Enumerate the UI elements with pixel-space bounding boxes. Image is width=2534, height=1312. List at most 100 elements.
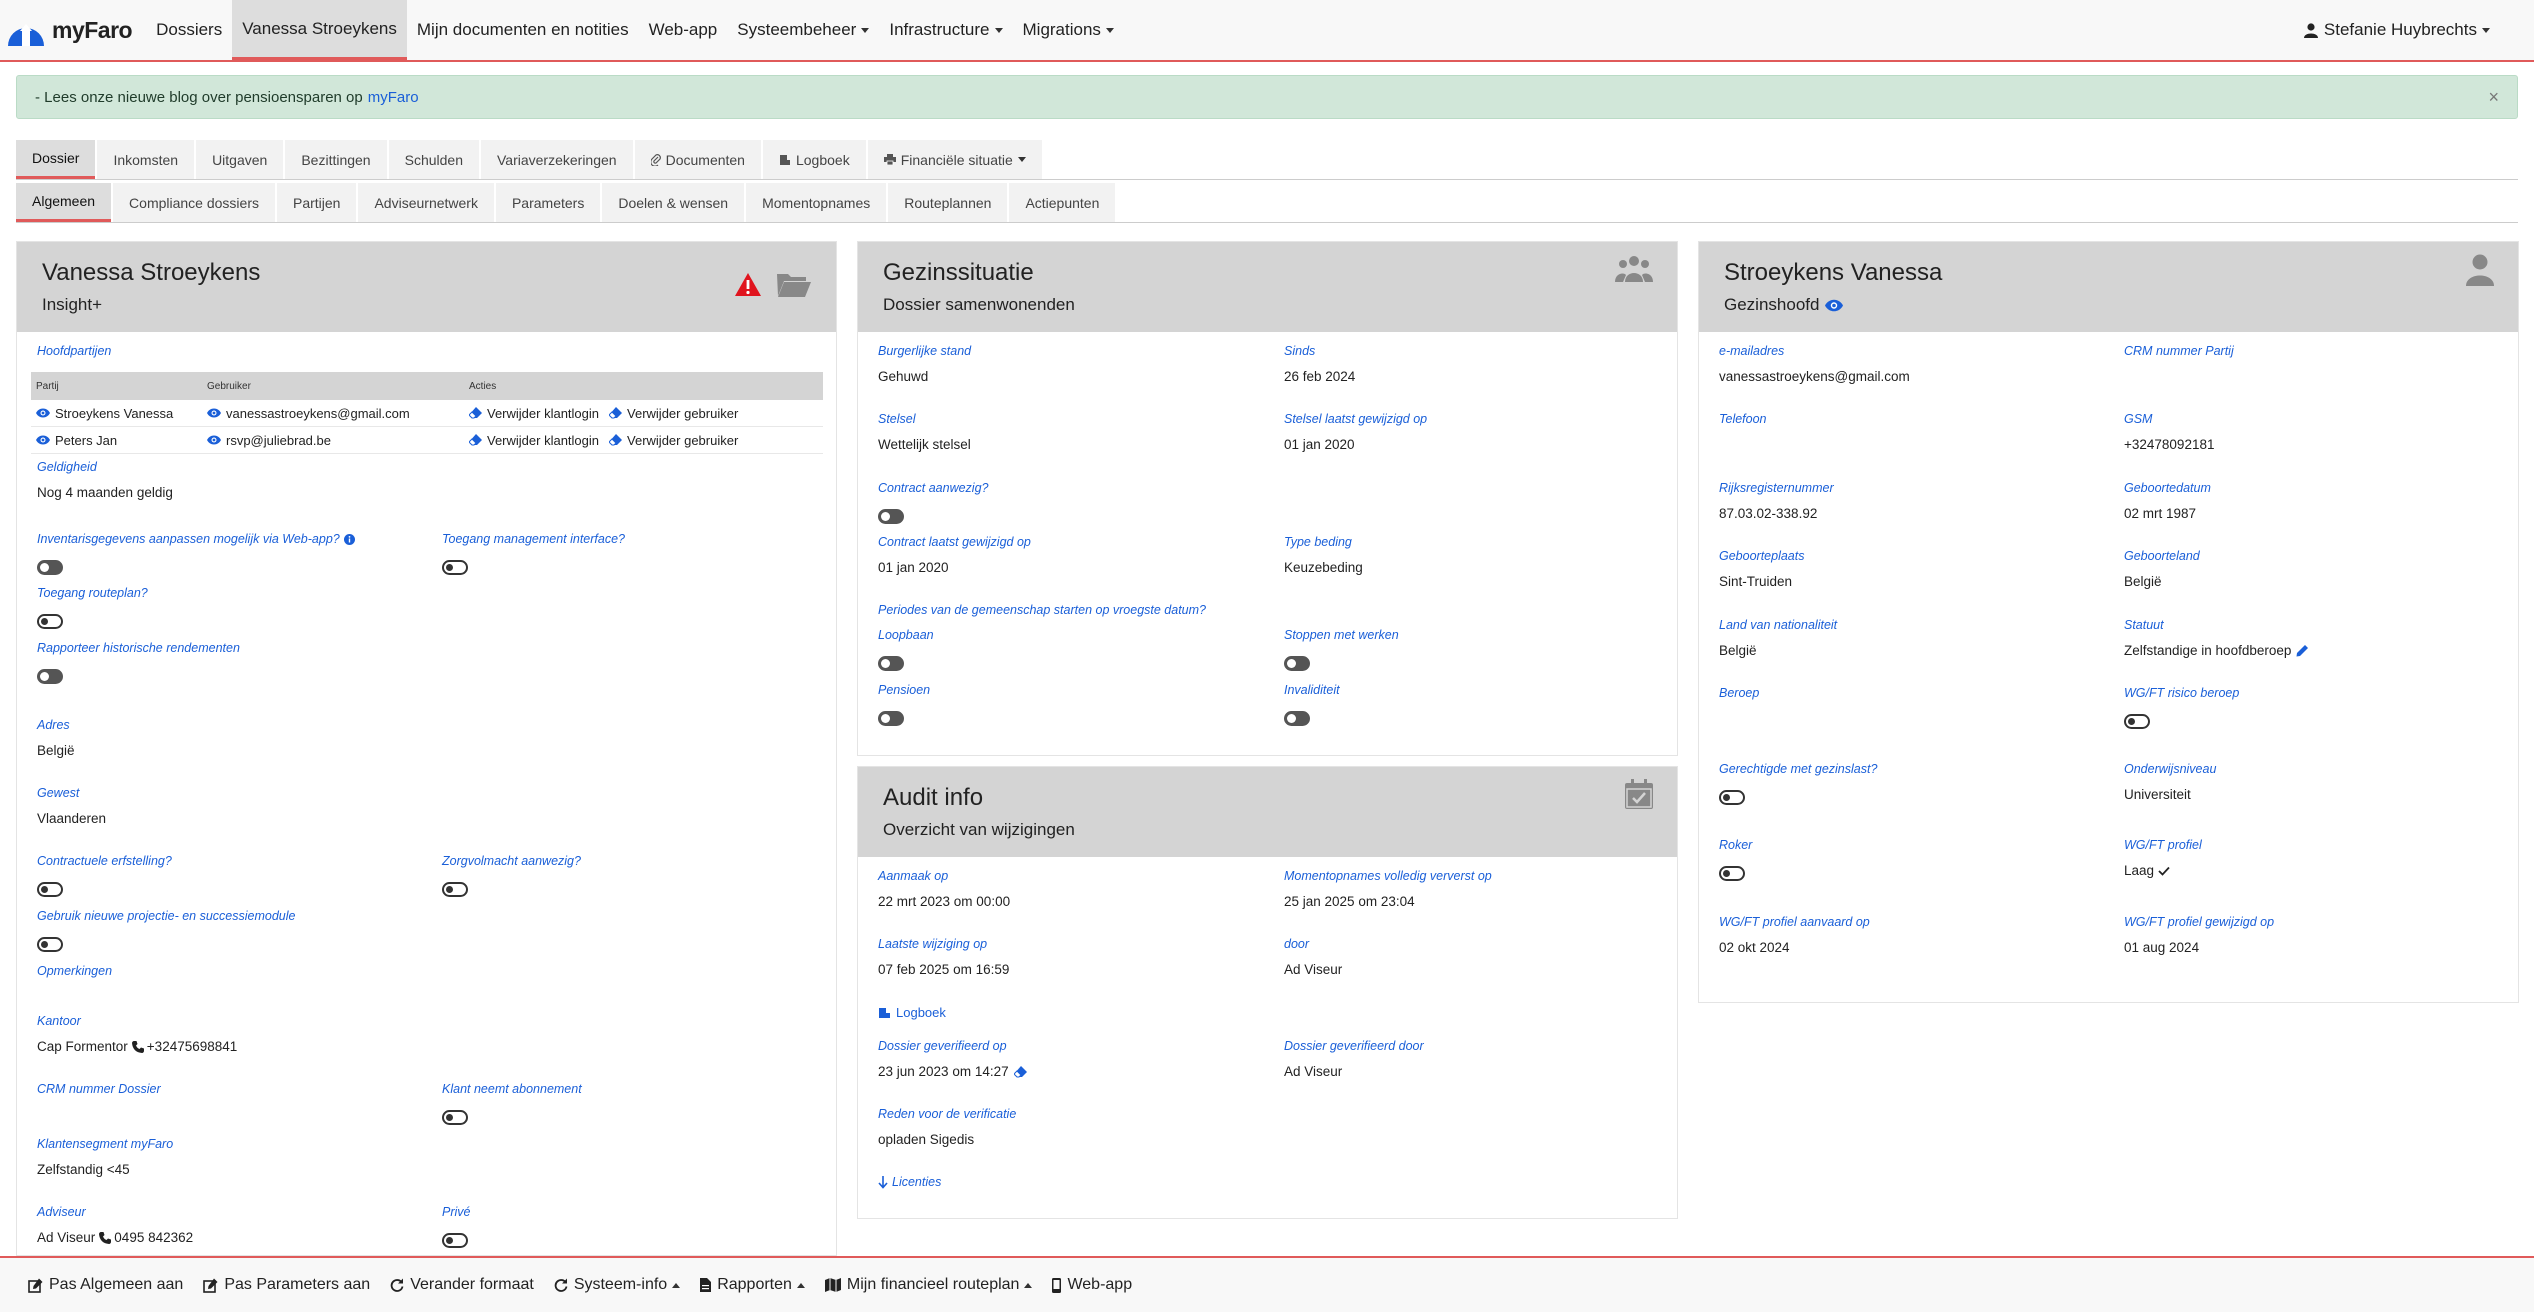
- tab-financiele-situatie[interactable]: Financiële situatie: [867, 140, 1042, 179]
- tab-uitgaven[interactable]: Uitgaven: [196, 140, 284, 179]
- remove-user-button[interactable]: Verwijder gebruiker: [609, 406, 738, 421]
- periodes-label: Periodes van de gemeenschap starten op v…: [878, 603, 1206, 617]
- nav-documenten[interactable]: Mijn documenten en notities: [407, 0, 639, 60]
- partij-cell[interactable]: Peters Jan: [31, 433, 207, 448]
- subtab-parameters[interactable]: Parameters: [495, 183, 601, 222]
- routeplan-dropdown[interactable]: Mijn financieel routeplan: [824, 1276, 1033, 1294]
- person-subtitle: Gezinshoofd: [1724, 295, 2493, 315]
- inventaris-toggle[interactable]: [37, 560, 63, 575]
- tab-bezittingen[interactable]: Bezittingen: [285, 140, 387, 179]
- subtab-doelen[interactable]: Doelen & wensen: [602, 183, 745, 222]
- eye-icon[interactable]: [207, 435, 221, 445]
- burgerlijke-value: Gehuwd: [878, 369, 929, 384]
- subtab-actiepunten[interactable]: Actiepunten: [1009, 183, 1116, 222]
- pencil-icon[interactable]: [2296, 644, 2309, 657]
- pensioen-toggle[interactable]: [878, 711, 904, 726]
- eye-icon[interactable]: [1825, 299, 1844, 312]
- alert-link[interactable]: myFaro: [368, 89, 419, 106]
- remove-user-button[interactable]: Verwijder gebruiker: [609, 433, 738, 448]
- arrow-down-icon: [878, 1175, 888, 1189]
- info-icon[interactable]: [343, 533, 355, 545]
- eye-icon[interactable]: [36, 435, 50, 445]
- nav-dossiers[interactable]: Dossiers: [146, 0, 232, 60]
- brand[interactable]: myFaro: [0, 0, 146, 60]
- zorgvolmacht-label: Zorgvolmacht aanwezig?: [442, 854, 581, 868]
- footer-label: Verander formaat: [410, 1276, 534, 1293]
- sinds-value: 26 feb 2024: [1284, 369, 1356, 384]
- subtab-compliance[interactable]: Compliance dossiers: [113, 183, 275, 222]
- roker-toggle[interactable]: [1719, 866, 1745, 881]
- system-info-dropdown[interactable]: Systeem-info: [554, 1276, 681, 1294]
- remove-client-login-button[interactable]: Verwijder klantlogin: [469, 406, 599, 421]
- prive-toggle[interactable]: [442, 1233, 468, 1248]
- nav-migrations[interactable]: Migrations: [1013, 0, 1124, 60]
- remove-client-login-button[interactable]: Verwijder klantlogin: [469, 433, 599, 448]
- kantoor-value: Cap Formentor +32475698841: [37, 1039, 237, 1054]
- warning-icon[interactable]: [734, 272, 762, 297]
- change-format-button[interactable]: Verander formaat: [390, 1276, 534, 1294]
- tab-variaverzekeringen[interactable]: Variaverzekeringen: [481, 140, 633, 179]
- subtab-adviseurnetwerk[interactable]: Adviseurnetwerk: [358, 183, 494, 222]
- wgft-profiel-value: Laag: [2124, 863, 2170, 878]
- subtab-algemeen[interactable]: Algemeen: [16, 183, 112, 222]
- licenties-link[interactable]: Licenties: [878, 1175, 941, 1189]
- nav-web-app[interactable]: Web-app: [639, 0, 728, 60]
- geverifieerd-op-text: 23 jun 2023 om 14:27: [878, 1064, 1009, 1079]
- geverifieerd-door-label: Dossier geverifieerd door: [1284, 1039, 1424, 1053]
- inventaris-label: Inventarisgegevens aanpassen mogelijk vi…: [37, 532, 355, 546]
- web-app-button[interactable]: Web-app: [1052, 1276, 1132, 1294]
- contract-toggle[interactable]: [878, 509, 904, 524]
- tab-logboek[interactable]: Logboek: [762, 140, 866, 179]
- gebruiker-cell[interactable]: rsvp@juliebrad.be: [207, 433, 469, 448]
- reports-dropdown[interactable]: Rapporten: [700, 1276, 805, 1294]
- eye-icon[interactable]: [36, 408, 50, 418]
- table-header: Partij Gebruiker Acties: [31, 372, 823, 400]
- logboek-link[interactable]: Logboek: [878, 1005, 946, 1020]
- gsm-label: GSM: [2124, 412, 2153, 426]
- alert-close-button[interactable]: ×: [2488, 87, 2499, 108]
- loopbaan-toggle[interactable]: [878, 656, 904, 671]
- erfstelling-toggle[interactable]: [37, 882, 63, 897]
- gewest-value: Vlaanderen: [37, 811, 107, 826]
- crm-partij-label: CRM nummer Partij: [2124, 344, 2234, 358]
- roker-label: Roker: [1719, 838, 1753, 852]
- eraser-icon[interactable]: [1013, 1065, 1027, 1078]
- nav-current-dossier[interactable]: Vanessa Stroeykens: [232, 0, 407, 60]
- person-body: e-mailadres vanessastroeykens@gmail.com …: [1699, 332, 2518, 955]
- toegang-mgmt-toggle[interactable]: [442, 560, 468, 575]
- subtab-partijen[interactable]: Partijen: [277, 183, 357, 222]
- edit-algemeen-button[interactable]: Pas Algemeen aan: [28, 1276, 183, 1294]
- gezinssituatie-panel: Gezinssituatie Dossier samenwonenden Bur…: [857, 241, 1678, 756]
- caret-down-icon: [994, 27, 1003, 33]
- subtab-momentopnames[interactable]: Momentopnames: [746, 183, 887, 222]
- zorgvolmacht-toggle[interactable]: [442, 882, 468, 897]
- tab-schulden[interactable]: Schulden: [388, 140, 479, 179]
- gebruiker-cell[interactable]: vanessastroeykens@gmail.com: [207, 406, 469, 421]
- rapporteer-toggle[interactable]: [37, 669, 63, 684]
- stoppen-toggle[interactable]: [1284, 656, 1310, 671]
- tab-documenten[interactable]: Documenten: [634, 140, 761, 179]
- nav-systeembeheer[interactable]: Systeembeheer: [727, 0, 879, 60]
- toegang-route-toggle[interactable]: [37, 614, 63, 629]
- subtab-routeplannen[interactable]: Routeplannen: [888, 183, 1008, 222]
- nav-infrastructure-label: Infrastructure: [889, 20, 990, 39]
- invaliditeit-toggle[interactable]: [1284, 711, 1310, 726]
- user-menu[interactable]: Stefanie Huybrechts: [2294, 0, 2534, 60]
- folder-open-icon[interactable]: [776, 270, 812, 298]
- gezinssituatie-body: Burgerlijke stand Gehuwd Sinds 26 feb 20…: [858, 332, 1677, 726]
- partij-cell[interactable]: Stroeykens Vanessa: [31, 406, 207, 421]
- eye-icon[interactable]: [207, 408, 221, 418]
- projectie-toggle[interactable]: [37, 937, 63, 952]
- nationaliteit-label: Land van nationaliteit: [1719, 618, 1838, 632]
- nav-infrastructure[interactable]: Infrastructure: [879, 0, 1012, 60]
- risico-toggle[interactable]: [2124, 714, 2150, 729]
- adres-label: Adres: [37, 718, 70, 732]
- aanmaak-value: 22 mrt 2023 om 00:00: [878, 894, 1011, 909]
- edit-parameters-button[interactable]: Pas Parameters aan: [203, 1276, 370, 1294]
- abonnement-toggle[interactable]: [442, 1110, 468, 1125]
- geboorteplaats-value: Sint-Truiden: [1719, 574, 1793, 589]
- tab-dossier[interactable]: Dossier: [16, 140, 96, 179]
- burgerlijke-label: Burgerlijke stand: [878, 344, 972, 358]
- tab-inkomsten[interactable]: Inkomsten: [97, 140, 195, 179]
- gezinslast-toggle[interactable]: [1719, 790, 1745, 805]
